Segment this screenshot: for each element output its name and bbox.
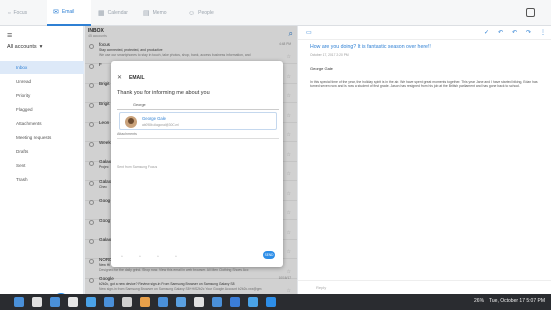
sidebar-item-label: Inbox bbox=[16, 65, 28, 70]
recipient-field[interactable]: George bbox=[117, 101, 279, 110]
format-icon[interactable]: ▫ bbox=[157, 254, 159, 260]
send-button[interactable]: SEND bbox=[263, 251, 275, 259]
attachments-field[interactable]: Attachments bbox=[117, 132, 279, 139]
compose-title: EMAIL bbox=[129, 75, 145, 81]
tab-people-label: People bbox=[198, 10, 214, 16]
tab-calendar-label: Calendar bbox=[107, 10, 128, 16]
clock: Tue, October 17 5:07 PM bbox=[489, 298, 545, 304]
sidebar-item-label: Sent bbox=[16, 163, 26, 168]
sidebar-item-inbox[interactable]: Inbox bbox=[0, 61, 84, 74]
reply-label: Reply bbox=[316, 285, 327, 290]
sidebar-item-label: Drafts bbox=[16, 149, 29, 154]
tab-email[interactable]: ✉ Email bbox=[47, 0, 91, 26]
app-icon[interactable] bbox=[50, 297, 60, 307]
suggestion-name: George Gale bbox=[142, 116, 166, 121]
message-body: In this special time of the year, the ho… bbox=[310, 80, 538, 89]
sidebar-item-trash[interactable]: Trash bbox=[0, 173, 84, 186]
more-icon[interactable]: ⋮ bbox=[540, 29, 546, 36]
tab-focus[interactable]: ▫ Focus bbox=[2, 0, 46, 26]
app-icon[interactable] bbox=[122, 297, 132, 307]
account-selector-label: All accounts bbox=[7, 44, 37, 50]
tab-calendar[interactable]: ▦ Calendar bbox=[92, 0, 136, 26]
tab-icon: ☺ bbox=[188, 9, 196, 17]
message-sender[interactable]: George Gale bbox=[310, 66, 333, 71]
chevron-down-icon: ▾ bbox=[39, 44, 43, 50]
sidebar-item-label: Attachments bbox=[16, 121, 42, 126]
avatar bbox=[125, 116, 137, 128]
check-icon[interactable]: ✓ bbox=[484, 29, 489, 36]
sidebar-item-flagged[interactable]: Flagged bbox=[0, 103, 84, 116]
sidebar-item-sent[interactable]: Sent bbox=[0, 159, 84, 172]
app-icon[interactable] bbox=[140, 297, 150, 307]
account-selector[interactable]: All accounts ▾ bbox=[7, 44, 42, 50]
sidebar-toggle-icon[interactable]: ▭ bbox=[306, 29, 312, 36]
tab-icon: ▫ bbox=[8, 9, 11, 17]
sidebar-item-drafts[interactable]: Drafts bbox=[0, 145, 84, 158]
app-icon[interactable] bbox=[248, 297, 258, 307]
reply-all-icon[interactable]: ↶ bbox=[512, 29, 517, 36]
app-icon[interactable] bbox=[14, 297, 24, 307]
reading-pane: ▭ ✓ ↶ ↶ ↷ ⋮ How are you doing? It is fan… bbox=[297, 26, 551, 294]
app-icon[interactable] bbox=[194, 297, 204, 307]
tab-icon: ▤ bbox=[143, 10, 150, 17]
tab-people[interactable]: ☺ People bbox=[182, 0, 226, 26]
tab-focus-label: Focus bbox=[13, 10, 28, 16]
app-icon[interactable] bbox=[104, 297, 114, 307]
app-icon[interactable] bbox=[68, 297, 78, 307]
tab-memo[interactable]: ▤ Memo bbox=[137, 0, 181, 26]
message-date: October 17, 2017 2:20 PM bbox=[310, 53, 349, 57]
app-icon[interactable] bbox=[212, 297, 222, 307]
compose-dialog: ✕ EMAIL Thank you for informing me about… bbox=[111, 61, 283, 267]
compose-toolbar: ▫ ▫ ▫ ▫ bbox=[111, 251, 283, 265]
sidebar-item-meeting-requests[interactable]: Meeting requests bbox=[0, 131, 84, 144]
message-subject: How are you doing? It is fantastic seaso… bbox=[310, 44, 431, 50]
sidebar-item-label: Unread bbox=[16, 79, 32, 84]
sidebar-item-label: Meeting requests bbox=[16, 135, 52, 140]
taskbar: 26% Tue, October 17 5:07 PM bbox=[0, 294, 551, 310]
text-color-icon[interactable]: ▫ bbox=[175, 254, 177, 260]
close-icon[interactable]: ✕ bbox=[117, 74, 122, 81]
app-icon[interactable] bbox=[176, 297, 186, 307]
battery-level: 26% bbox=[474, 298, 485, 304]
forward-icon[interactable]: ↷ bbox=[526, 29, 531, 36]
reply-bar[interactable]: Reply bbox=[298, 280, 551, 294]
reader-toolbar: ▭ ✓ ↶ ↶ ↷ ⋮ bbox=[298, 26, 551, 40]
signature-text: Sent from Samsung Focus bbox=[117, 165, 158, 169]
sidebar-item-priority[interactable]: Priority bbox=[0, 89, 84, 102]
image-icon[interactable]: ▫ bbox=[139, 254, 141, 260]
app-icon[interactable] bbox=[230, 297, 240, 307]
sidebar-item-unread[interactable]: Unread bbox=[0, 75, 84, 88]
app-icon[interactable] bbox=[86, 297, 96, 307]
compose-message[interactable]: Thank you for informing me about you bbox=[117, 90, 210, 96]
sidebar-item-label: Priority bbox=[16, 93, 31, 98]
tab-memo-label: Memo bbox=[152, 10, 167, 16]
tab-email-label: Email bbox=[61, 9, 75, 15]
app-icon[interactable] bbox=[158, 297, 168, 307]
app-tab-bar: ▫ Focus ✉ Email ▦ Calendar ▤ Memo ☺ People bbox=[0, 0, 551, 26]
tab-icon: ✉ bbox=[53, 9, 59, 16]
sidebar-item-label: Trash bbox=[16, 177, 28, 182]
window-icon[interactable] bbox=[526, 8, 535, 17]
app-icon[interactable] bbox=[266, 297, 276, 307]
menu-icon[interactable]: ≡ bbox=[7, 30, 12, 40]
reply-icon[interactable]: ↶ bbox=[498, 29, 503, 36]
system-tray: 26% Tue, October 17 5:07 PM bbox=[474, 298, 545, 304]
sidebar-item-label: Flagged bbox=[16, 107, 33, 112]
sidebar: ≡ All accounts ▾ Inbox Unread Priority Flag… bbox=[0, 26, 84, 309]
tab-icon: ▦ bbox=[98, 10, 105, 17]
sidebar-item-attachments[interactable]: Attachments bbox=[0, 117, 84, 130]
app-icon[interactable] bbox=[32, 297, 42, 307]
contact-suggestion[interactable]: George Gale ab098b.diagonal@30C.ml bbox=[119, 112, 277, 130]
attach-icon[interactable]: ▫ bbox=[121, 254, 123, 260]
suggestion-email: ab098b.diagonal@30C.ml bbox=[142, 123, 179, 127]
